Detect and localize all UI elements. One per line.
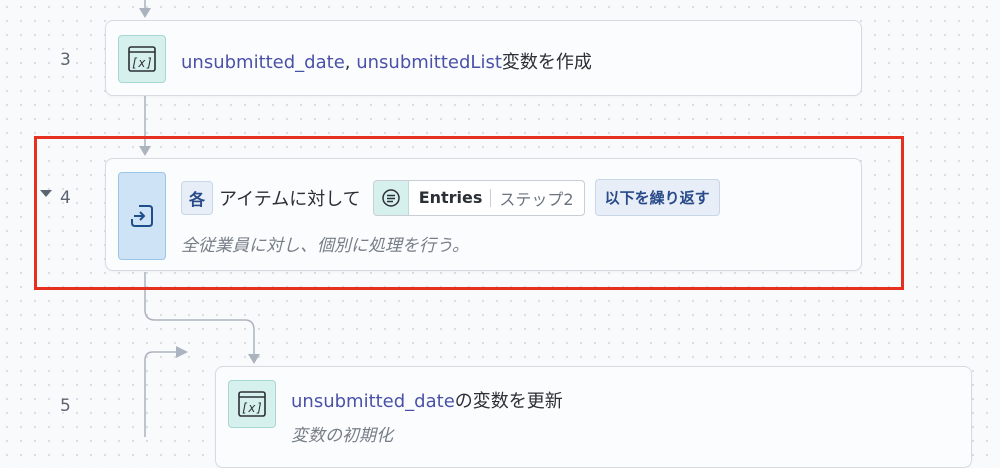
step-number: 5	[60, 396, 71, 416]
variable-name-link[interactable]: unsubmitted_date	[291, 391, 455, 412]
variable-name-link[interactable]: unsubmittedList	[356, 52, 502, 73]
entries-label: Entries	[409, 188, 492, 207]
variable-name-link[interactable]: unsubmitted_date	[181, 52, 345, 73]
list-icon	[373, 180, 409, 215]
step-number: 4	[60, 188, 71, 208]
step-card-create-variable[interactable]: [x] unsubmitted_date, unsubmittedList変数を…	[105, 20, 862, 96]
arrow-head	[139, 146, 151, 156]
loop-title: 各 アイテムに対して Entries ステップ2 以下を繰り返す	[181, 179, 720, 216]
arrow-head	[248, 354, 260, 364]
step-title: unsubmitted_dateの変数を更新	[291, 391, 563, 412]
step-card-update-variable[interactable]: [x] unsubmitted_dateの変数を更新 変数の初期化	[215, 366, 972, 468]
step-description: 変数の初期化	[291, 426, 393, 446]
loop-title-text: アイテムに対して	[219, 188, 361, 210]
collapse-toggle-icon[interactable]	[40, 190, 52, 197]
variable-icon: [x]	[118, 35, 166, 83]
arrow-head	[176, 346, 188, 358]
repeat-below-button[interactable]: 以下を繰り返す	[594, 179, 720, 216]
step-title: unsubmitted_date, unsubmittedList変数を作成	[181, 52, 592, 73]
loop-icon	[118, 172, 166, 260]
step-card-loop[interactable]: 各 アイテムに対して Entries ステップ2 以下を繰り返す 全従業員に対し…	[105, 158, 862, 271]
arrow-head	[139, 8, 151, 18]
each-badge: 各	[181, 180, 214, 215]
svg-text:[x]: [x]	[241, 401, 263, 415]
variable-icon: [x]	[228, 380, 276, 428]
svg-text:[x]: [x]	[131, 56, 153, 70]
entries-reference-pill[interactable]: Entries ステップ2	[372, 179, 585, 216]
step-description: 全従業員に対し、個別に処理を行う。	[181, 236, 469, 256]
step-number: 3	[60, 50, 71, 70]
step-reference-label: ステップ2	[499, 189, 574, 209]
